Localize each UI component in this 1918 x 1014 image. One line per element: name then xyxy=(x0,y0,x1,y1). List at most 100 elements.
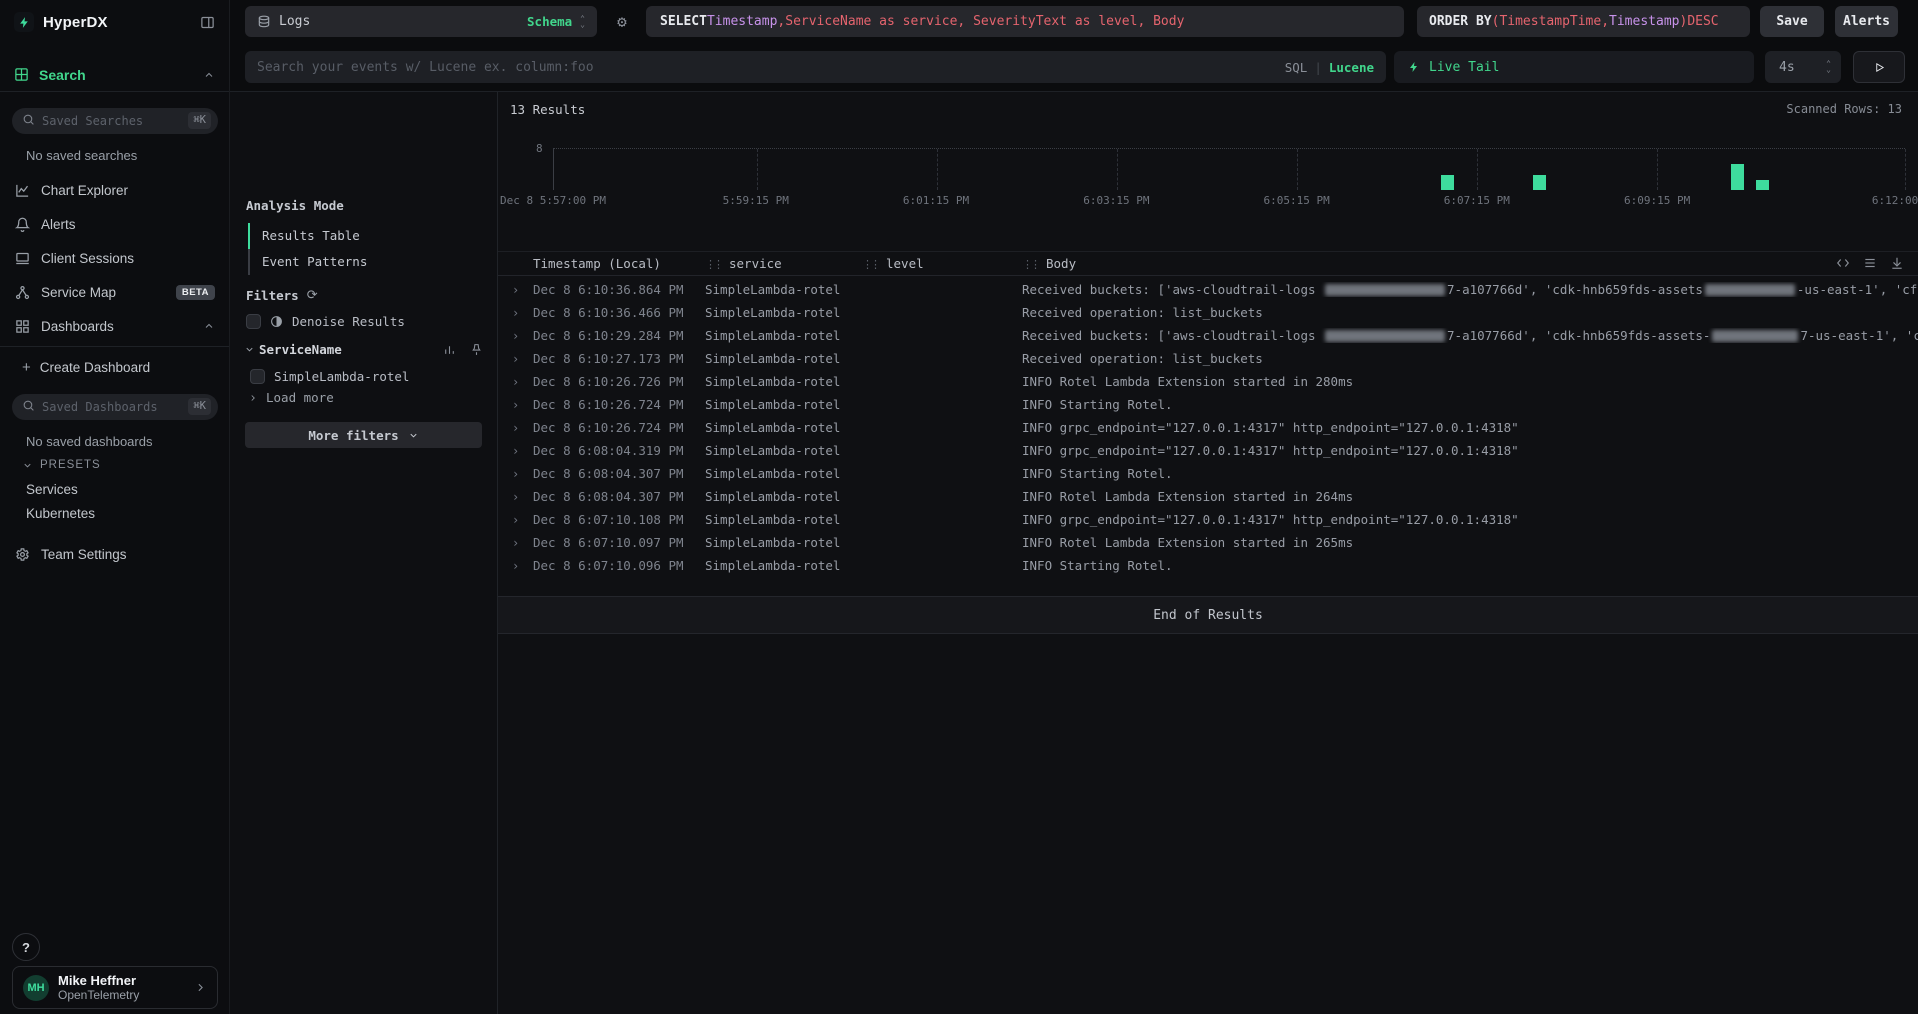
expand-row-icon[interactable]: › xyxy=(512,444,533,458)
pin-icon[interactable] xyxy=(470,343,483,356)
cell-body: INFO Starting Rotel. xyxy=(1022,397,1918,412)
expand-row-icon[interactable]: › xyxy=(512,283,533,297)
lucene-mode-toggle[interactable]: Lucene xyxy=(1329,60,1374,75)
cell-service: SimpleLambda-rotel xyxy=(705,535,862,550)
expand-row-icon[interactable]: › xyxy=(512,352,533,366)
drag-handle-icon[interactable]: ⋮⋮ xyxy=(1022,258,1038,271)
chevron-down-icon xyxy=(408,430,419,441)
sidebar-item-service-map[interactable]: Service Map BETA xyxy=(0,276,229,308)
live-tail-button[interactable]: Live Tail xyxy=(1394,51,1754,83)
chevron-up-icon xyxy=(203,320,215,332)
order-by-query[interactable]: ORDER BY (TimestampTime, Timestamp) DESC xyxy=(1417,6,1750,37)
expand-row-icon[interactable]: › xyxy=(512,559,533,573)
log-row[interactable]: ›Dec 8 6:08:04.319 PMSimpleLambda-rotelI… xyxy=(498,439,1918,462)
bar-chart-icon[interactable] xyxy=(443,343,456,356)
presets-toggle[interactable]: PRESETS xyxy=(22,459,101,471)
saved-dashboards-input[interactable] xyxy=(12,394,218,420)
expand-row-icon[interactable]: › xyxy=(512,513,533,527)
expand-row-icon[interactable]: › xyxy=(512,421,533,435)
expand-row-icon[interactable]: › xyxy=(512,536,533,550)
select-query[interactable]: SELECT Timestamp, ServiceName as service… xyxy=(646,6,1404,37)
histogram-bar[interactable] xyxy=(1533,175,1546,190)
log-row[interactable]: ›Dec 8 6:10:29.284 PMSimpleLambda-rotelR… xyxy=(498,324,1918,347)
denoise-results-row[interactable]: Denoise Results xyxy=(246,314,405,329)
sidebar-item-dashboards[interactable]: Dashboards xyxy=(0,310,229,342)
cell-service: SimpleLambda-rotel xyxy=(705,466,862,481)
x-axis-label: Dec 8 5:57:00 PM xyxy=(500,194,606,207)
create-dashboard-button[interactable]: + Create Dashboard xyxy=(0,352,229,382)
col-body[interactable]: ⋮⋮Body xyxy=(1022,256,1918,271)
sidebar-collapse-icon[interactable] xyxy=(200,15,215,30)
chart-explorer-label: Chart Explorer xyxy=(41,183,215,198)
log-row[interactable]: ›Dec 8 6:08:04.307 PMSimpleLambda-rotelI… xyxy=(498,485,1918,508)
preset-item[interactable]: Kubernetes xyxy=(26,506,95,521)
log-row[interactable]: ›Dec 8 6:07:10.108 PMSimpleLambda-rotelI… xyxy=(498,508,1918,531)
sidebar-item-team-settings[interactable]: Team Settings xyxy=(0,538,229,570)
sidebar: HyperDX Search ⌘K No saved searches Char… xyxy=(0,0,230,1014)
log-row[interactable]: ›Dec 8 6:10:26.726 PMSimpleLambda-rotelI… xyxy=(498,370,1918,393)
event-search-input[interactable] xyxy=(245,51,1386,83)
refresh-interval-select[interactable]: 4s ⌃⌄ xyxy=(1765,51,1841,83)
sidebar-item-chart-explorer[interactable]: Chart Explorer xyxy=(0,174,229,206)
histogram-bar[interactable] xyxy=(1731,164,1744,190)
col-timestamp[interactable]: Timestamp (Local) xyxy=(533,256,705,271)
expand-row-icon[interactable]: › xyxy=(512,375,533,389)
log-row[interactable]: ›Dec 8 6:07:10.096 PMSimpleLambda-rotelI… xyxy=(498,554,1918,577)
log-row[interactable]: ›Dec 8 6:10:36.864 PMSimpleLambda-rotelR… xyxy=(498,278,1918,301)
alerts-button[interactable]: Alerts xyxy=(1835,6,1898,37)
user-menu[interactable]: MH Mike Heffner OpenTelemetry xyxy=(12,966,218,1009)
run-query-button[interactable] xyxy=(1853,51,1905,83)
col-service[interactable]: ⋮⋮service xyxy=(705,256,862,271)
expand-row-icon[interactable]: › xyxy=(512,490,533,504)
load-more-label: Load more xyxy=(266,390,334,405)
log-row[interactable]: ›Dec 8 6:10:36.466 PMSimpleLambda-rotelR… xyxy=(498,301,1918,324)
sidebar-item-client-sessions[interactable]: Client Sessions xyxy=(0,242,229,274)
saved-dashboards-search: ⌘K xyxy=(12,394,218,420)
histogram-bar[interactable] xyxy=(1756,180,1769,190)
x-axis-label: 6:09:15 PM xyxy=(1624,194,1690,207)
col-level[interactable]: ⋮⋮level xyxy=(862,256,1022,271)
saved-searches-input[interactable] xyxy=(12,108,218,134)
save-button[interactable]: Save xyxy=(1760,6,1824,37)
sidebar-item-search[interactable]: Search xyxy=(0,58,229,92)
log-row[interactable]: ›Dec 8 6:10:26.724 PMSimpleLambda-rotelI… xyxy=(498,393,1918,416)
expand-row-icon[interactable]: › xyxy=(512,306,533,320)
sidebar-item-alerts[interactable]: Alerts xyxy=(0,208,229,240)
log-row[interactable]: ›Dec 8 6:10:26.724 PMSimpleLambda-rotelI… xyxy=(498,416,1918,439)
facet-servicename[interactable]: ServiceName xyxy=(244,342,483,357)
sql-mode-toggle[interactable]: SQL xyxy=(1285,60,1308,75)
load-more-button[interactable]: Load more xyxy=(248,390,334,405)
cell-body: Received operation: list_buckets xyxy=(1022,351,1918,366)
expand-row-icon[interactable]: › xyxy=(512,398,533,412)
search-icon xyxy=(22,399,35,412)
drag-handle-icon[interactable]: ⋮⋮ xyxy=(705,258,721,271)
expand-row-icon[interactable]: › xyxy=(512,329,533,343)
histogram-bar[interactable] xyxy=(1441,175,1454,190)
refresh-icon[interactable]: ⟳ xyxy=(307,288,318,303)
mode-results-table[interactable]: Results Table xyxy=(248,223,367,249)
cell-body: INFO grpc_endpoint="127.0.0.1:4317" http… xyxy=(1022,420,1918,435)
monitor-icon xyxy=(14,251,31,266)
source-selector[interactable]: Logs Schema ⌃⌄ xyxy=(245,6,597,37)
select-chevrons-icon: ⌃⌄ xyxy=(580,16,585,28)
facet-value-checkbox[interactable] xyxy=(250,369,265,384)
redacted-text xyxy=(1712,330,1798,342)
facet-value-row[interactable]: SimpleLambda-rotel xyxy=(250,369,409,384)
denoise-checkbox[interactable] xyxy=(246,314,261,329)
log-row[interactable]: ›Dec 8 6:08:04.307 PMSimpleLambda-rotelI… xyxy=(498,462,1918,485)
end-of-results: End of Results xyxy=(498,596,1918,634)
table-options-icon[interactable] xyxy=(1863,256,1877,270)
log-row[interactable]: ›Dec 8 6:10:27.173 PMSimpleLambda-rotelR… xyxy=(498,347,1918,370)
expand-row-icon[interactable]: › xyxy=(512,467,533,481)
mode-event-patterns[interactable]: Event Patterns xyxy=(248,249,367,275)
more-filters-button[interactable]: More filters xyxy=(245,422,482,448)
code-icon[interactable] xyxy=(1836,256,1850,270)
log-row[interactable]: ›Dec 8 6:07:10.097 PMSimpleLambda-rotelI… xyxy=(498,531,1918,554)
help-button[interactable]: ? xyxy=(12,933,40,961)
dashboards-label: Dashboards xyxy=(41,319,203,334)
download-icon[interactable] xyxy=(1890,256,1904,270)
preset-item[interactable]: Services xyxy=(26,482,78,497)
query-settings-gear-icon[interactable]: ⚙ xyxy=(612,12,632,32)
cell-body: INFO Rotel Lambda Extension started in 2… xyxy=(1022,374,1918,389)
drag-handle-icon[interactable]: ⋮⋮ xyxy=(862,258,878,271)
